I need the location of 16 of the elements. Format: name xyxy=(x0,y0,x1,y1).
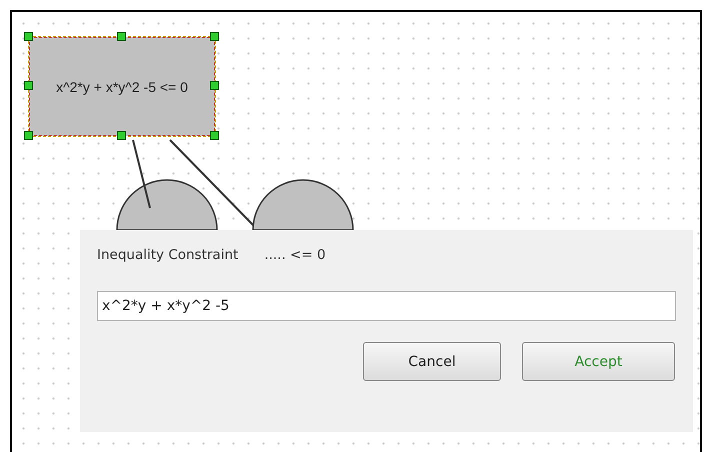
resize-handle[interactable] xyxy=(24,81,33,90)
resize-handle[interactable] xyxy=(117,131,126,140)
resize-handle[interactable] xyxy=(210,81,219,90)
resize-handle[interactable] xyxy=(117,32,126,41)
connector-line xyxy=(132,140,151,208)
resize-handle[interactable] xyxy=(24,131,33,140)
dialog-title: Inequality Constraint xyxy=(97,247,238,263)
resize-handle[interactable] xyxy=(24,32,33,41)
constraint-node[interactable]: x^2*y + x*y^2 -5 <= 0 xyxy=(29,37,215,136)
constraint-hint: ..... <= 0 xyxy=(264,247,326,263)
cancel-button[interactable]: Cancel xyxy=(363,342,501,381)
accept-button[interactable]: Accept xyxy=(522,342,675,381)
expression-field[interactable]: x^2*y + x*y^2 -5 xyxy=(97,291,676,321)
resize-handle[interactable] xyxy=(210,131,219,140)
resize-handle[interactable] xyxy=(210,32,219,41)
node-label: x^2*y + x*y^2 -5 <= 0 xyxy=(56,78,188,94)
